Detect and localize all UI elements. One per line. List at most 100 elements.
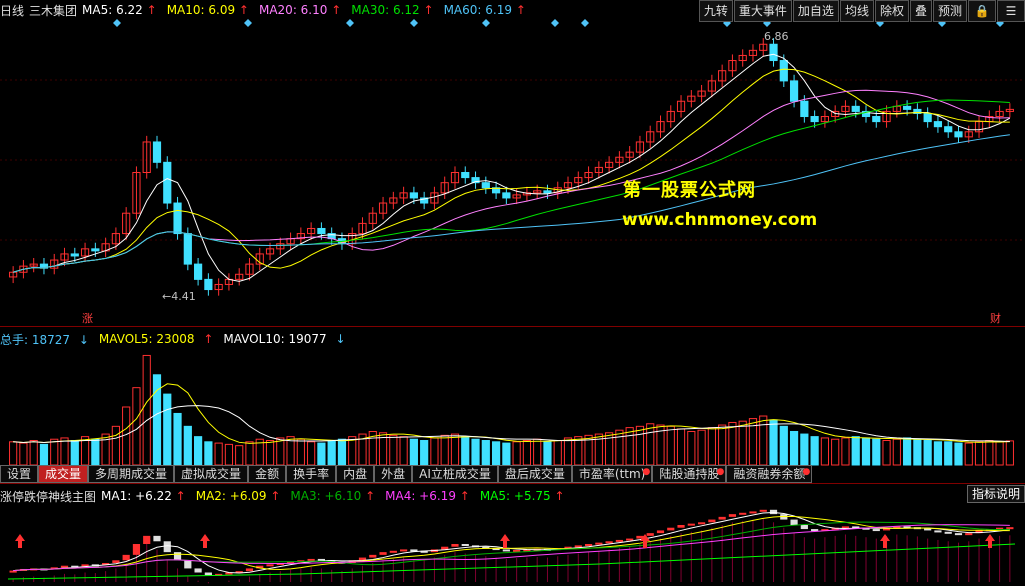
event-diamond-icon <box>346 19 354 27</box>
watermark-title: 第一股票公式网 <box>623 180 756 201</box>
volume-bar <box>882 440 891 466</box>
volume-bar <box>317 442 326 466</box>
volume-bar <box>491 441 501 466</box>
candle-body <box>173 202 182 235</box>
toolbar-btn-6[interactable]: 预测 <box>932 0 967 22</box>
ma-indicator-2: MA20: 6.10 ↑ <box>258 3 342 17</box>
mini-candle <box>184 560 192 569</box>
tab-0[interactable]: 设置 <box>0 465 39 483</box>
candle-body <box>461 172 470 179</box>
candle-body <box>70 253 79 257</box>
price-panel[interactable]: 日线 三木集团 MA5: 6.22 ↑ MA10: 6.09 ↑ MA20: 6.1… <box>0 0 1025 326</box>
tab-9[interactable]: 盘后成交量 <box>497 465 572 483</box>
mini-candle <box>112 560 120 563</box>
mini-candle <box>615 539 623 542</box>
event-diamond-icon <box>244 19 252 27</box>
candle-body <box>204 278 213 291</box>
mini-candle <box>605 541 613 544</box>
volume-bar <box>892 438 901 466</box>
volume-bar <box>276 437 285 466</box>
up-arrow-icon: ↑ <box>455 489 470 503</box>
volume-bar <box>964 442 973 466</box>
tab-1[interactable]: 成交量 <box>38 465 89 483</box>
candle-body <box>954 131 963 138</box>
bottom-indicator-panel[interactable]: 涨停跌停神线主图 MA1: +6.22 ↑ MA2: +6.09 ↑ MA3: +6… <box>0 483 1025 586</box>
volume-panel[interactable]: 总手: 18727 ↓ MAVOL5: 23008 ↑ MAVOL10: 190… <box>0 326 1025 466</box>
ma-indicator-3: MA30: 6.12 ↑ <box>351 3 434 17</box>
event-diamond-icon <box>410 19 418 27</box>
volume-bar <box>481 440 490 466</box>
mini-candle <box>954 533 963 536</box>
low-price-label: ←4.41 <box>162 290 196 303</box>
candle-body <box>872 116 881 123</box>
volume-bar <box>337 438 347 466</box>
toolbar-btn-0[interactable]: 九转 <box>698 0 733 22</box>
volume-bar <box>60 437 69 466</box>
help-button[interactable]: 指标说明 <box>966 485 1025 503</box>
volume-bar <box>163 393 172 466</box>
volume-bar <box>132 387 141 466</box>
period-label[interactable]: 日线 <box>0 2 24 19</box>
volume-bar <box>224 443 234 466</box>
volume-bar <box>461 436 470 466</box>
menu-icon[interactable]: ☰ <box>997 0 1025 22</box>
tab-2[interactable]: 多周期成交量 <box>88 465 175 483</box>
ma30-line <box>12 99 1010 273</box>
mini-candle <box>934 530 942 533</box>
tab-6[interactable]: 内盘 <box>336 465 375 483</box>
bottom-title[interactable]: 涨停跌停神线主图 <box>0 488 96 505</box>
mini-candle <box>944 531 952 534</box>
toolbar-btn-2[interactable]: 加自选 <box>792 0 839 22</box>
tab-8[interactable]: AI立桩成交量 <box>412 465 498 483</box>
event-diamond-icon <box>551 19 559 27</box>
tab-11[interactable]: 陆股通持股 ● <box>652 465 727 483</box>
volume-bar <box>831 438 840 466</box>
toolbar-btn-1[interactable]: 重大事件 <box>733 0 792 22</box>
total-volume: 总手: 18727 ↓ <box>0 332 89 347</box>
price-chart[interactable] <box>0 0 1025 326</box>
volume-bar <box>9 441 18 466</box>
mavol10-line <box>13 405 1010 443</box>
bottom-legend: 涨停跌停神线主图 MA1: +6.22 ↑ MA2: +6.09 ↑ MA3: +6… <box>0 486 580 506</box>
tab-4[interactable]: 金额 <box>248 465 287 483</box>
toolbar-btn-4[interactable]: 除权 <box>874 0 909 22</box>
volume-bar <box>348 436 357 466</box>
volume-bar <box>872 438 881 466</box>
toolbar-btn-5[interactable]: 叠 <box>909 0 932 22</box>
mini-candle <box>759 509 767 512</box>
toolbar-btn-3[interactable]: 均线 <box>839 0 874 22</box>
mini-candle <box>266 564 274 567</box>
volume-bar <box>903 437 912 466</box>
tab-10[interactable]: 市盈率(ttm) ● <box>571 465 653 483</box>
ma10-line <box>12 68 1010 273</box>
volume-bar <box>420 440 429 466</box>
volume-bar <box>19 442 28 466</box>
event-diamond-icon <box>482 19 490 27</box>
volume-bar <box>204 441 213 466</box>
candle-body <box>933 121 943 128</box>
mini-candle <box>790 519 798 525</box>
mavol5-value: MAVOL5: 23008 ↑ <box>98 332 214 346</box>
tab-7[interactable]: 外盘 <box>374 465 413 483</box>
volume-bar <box>471 438 480 466</box>
tab-3[interactable]: 虚拟成交量 <box>174 465 249 483</box>
mavol10-value: MAVOL10: 19077 ↓ <box>223 332 346 346</box>
price-legend: 日线 三木集团 MA5: 6.22 ↑ MA10: 6.09 ↑ MA20: 6.1… <box>0 0 541 20</box>
high-price-label: 6.86 <box>764 30 789 43</box>
tab-12[interactable]: 融资融券余额 ● <box>726 465 813 483</box>
ma5-line <box>12 53 1011 282</box>
lock-icon[interactable]: 🔒 <box>968 0 996 22</box>
candle-body <box>800 100 809 118</box>
left-marker: 涨 <box>82 312 93 325</box>
volume-bar <box>111 425 120 466</box>
tab-5[interactable]: 换手率 <box>286 465 337 483</box>
chart-toolbar: 九转 重大事件 加自选 均线 除权叠预测 🔒 ☰ <box>698 0 1025 22</box>
volume-bar <box>985 440 994 466</box>
volume-bar <box>676 428 686 466</box>
volume-bar <box>687 430 696 466</box>
volume-bar <box>512 441 521 466</box>
volume-bar <box>440 434 449 466</box>
candle-body <box>851 105 860 112</box>
volume-bar <box>70 440 79 466</box>
up-arrow-icon: ↑ <box>142 3 157 17</box>
